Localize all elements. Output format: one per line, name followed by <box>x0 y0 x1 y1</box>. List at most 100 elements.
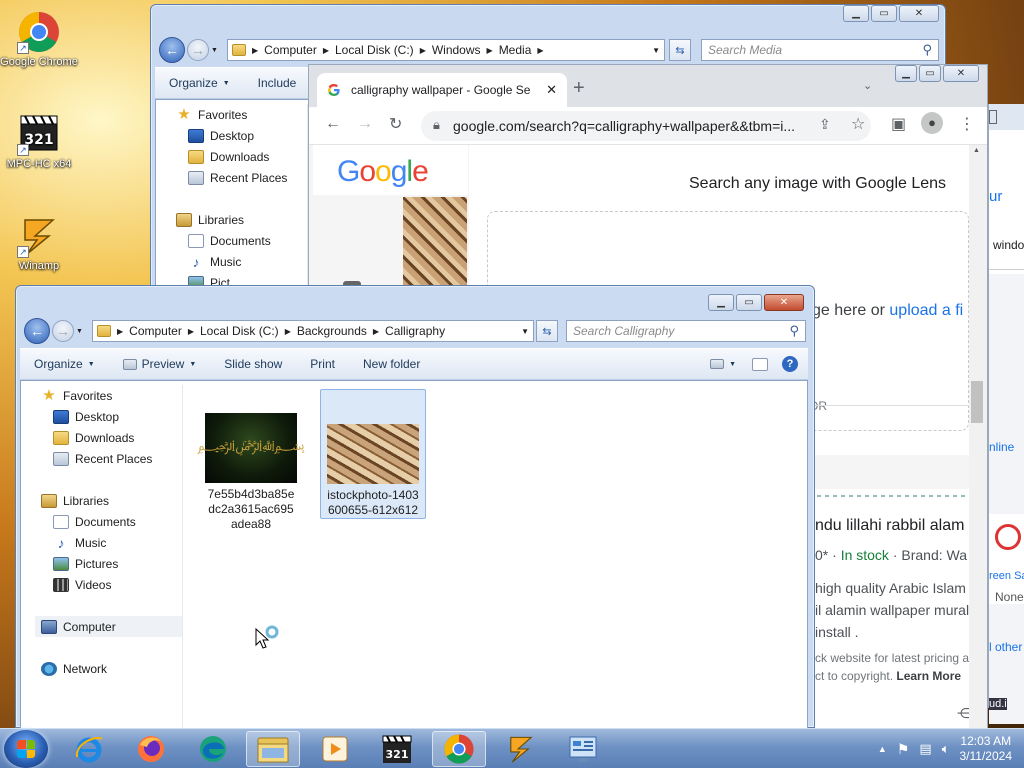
taskbar-winamp[interactable] <box>494 731 548 767</box>
refresh-button[interactable]: ⇆ <box>669 39 691 61</box>
menu-kebab-icon[interactable]: ⋮ <box>959 114 975 134</box>
nav-videos[interactable]: Videos <box>41 574 182 595</box>
file-item-selected[interactable]: istockphoto-1403600655-612x612 <box>320 389 426 519</box>
organize-button[interactable]: Organize ▼ <box>20 357 109 371</box>
taskbar-edge[interactable] <box>186 731 240 767</box>
close-button[interactable]: ✕ <box>899 5 939 22</box>
desktop-icon-mpc-hc[interactable]: 321 ↗ MPC-HC x64 <box>0 112 78 170</box>
nav-documents[interactable]: Documents <box>41 511 182 532</box>
address-dropdown[interactable]: ▼ <box>652 46 660 55</box>
close-button[interactable]: ✕ <box>943 65 979 82</box>
print-button[interactable]: Print <box>296 357 349 371</box>
system-clock[interactable]: 12:03 AM 3/11/2024 <box>960 734 1013 764</box>
reload-icon[interactable]: ↻ <box>389 114 402 134</box>
refresh-button[interactable]: ⇆ <box>536 320 558 342</box>
recent-pages-dropdown[interactable]: ▼ <box>76 328 83 335</box>
close-button[interactable]: ✕ <box>764 294 804 311</box>
back-arrow-icon[interactable]: ← <box>325 115 341 133</box>
breadcrumb-item[interactable]: Calligraphy <box>385 324 445 338</box>
breadcrumb-item[interactable]: Local Disk (C:) <box>200 324 279 338</box>
taskbar-media-player[interactable] <box>308 731 362 767</box>
forward-button[interactable]: → <box>187 39 209 61</box>
nav-documents[interactable]: Documents <box>176 230 307 251</box>
nav-desktop[interactable]: Desktop <box>176 125 307 146</box>
preview-button[interactable]: Preview ▼ <box>109 357 211 371</box>
change-view-button[interactable]: ▼ <box>704 359 742 369</box>
search-input[interactable]: Search Calligraphy ⚲ <box>566 320 806 342</box>
nav-recent-places[interactable]: Recent Places <box>41 448 182 469</box>
google-logo[interactable]: Google <box>337 155 429 189</box>
scrollbar-thumb[interactable] <box>971 381 983 423</box>
nav-libraries[interactable]: Libraries <box>41 490 182 511</box>
volume-muted-icon[interactable]: 🔈︎ <box>942 741 950 757</box>
browser-tab[interactable]: calligraphy wallpaper - Google Se ✕ <box>317 73 567 107</box>
page-scrollbar[interactable]: ▲ <box>969 145 987 733</box>
desktop-icon-winamp[interactable]: ↗ Winamp <box>0 214 78 272</box>
background-window-edge[interactable]: ur windo nline reen Sa None l other ud.i <box>988 104 1024 724</box>
tab-search-icon[interactable]: ⌄ <box>863 79 872 92</box>
breadcrumb-item[interactable]: Backgrounds <box>297 324 367 338</box>
network-status-icon[interactable]: ▤ <box>919 741 931 757</box>
taskbar-windows-explorer[interactable] <box>246 731 300 767</box>
nav-network[interactable]: Network <box>41 658 182 679</box>
taskbar-internet-explorer[interactable] <box>62 731 116 767</box>
scroll-up-arrow-icon[interactable]: ▲ <box>973 147 980 154</box>
minimize-button[interactable]: ▁ <box>895 65 917 82</box>
profile-avatar-icon[interactable]: ● <box>921 112 943 134</box>
breadcrumb-item[interactable]: Media <box>499 43 532 57</box>
bookmark-star-icon[interactable]: ☆ <box>851 114 865 134</box>
nav-favorites[interactable]: ★ Favorites <box>176 104 307 125</box>
side-panel-icon[interactable]: ▣ <box>891 114 906 134</box>
preview-pane-button[interactable] <box>742 357 778 371</box>
nav-desktop[interactable]: Desktop <box>41 406 182 427</box>
nav-music[interactable]: ♪ Music <box>41 532 182 553</box>
new-folder-button[interactable]: New folder <box>349 357 434 371</box>
minimize-button[interactable]: ▁ <box>843 5 869 22</box>
nav-favorites[interactable]: ★ Favorites <box>41 385 182 406</box>
taskbar-firefox[interactable] <box>124 731 178 767</box>
nav-pictures[interactable]: Pictures <box>41 553 182 574</box>
nav-downloads[interactable]: Downloads <box>176 146 307 167</box>
address-dropdown[interactable]: ▼ <box>521 327 529 336</box>
taskbar-mpc-hc[interactable]: 321 <box>370 731 424 767</box>
desktop-icon-chrome[interactable]: ↗ Google Chrome <box>0 10 78 68</box>
new-tab-icon[interactable]: + <box>573 77 585 100</box>
slideshow-button[interactable]: Slide show <box>210 357 296 371</box>
result-thumbnail-image[interactable] <box>403 197 467 287</box>
breadcrumb-item[interactable]: Computer <box>129 324 182 338</box>
start-button[interactable] <box>4 730 48 768</box>
result-title[interactable]: ndu lillahi rabbil alam <box>815 517 964 535</box>
show-hidden-icons-button[interactable]: ▲ <box>878 744 887 754</box>
taskbar-chrome[interactable] <box>432 731 486 767</box>
forward-arrow-icon[interactable]: → <box>357 115 373 133</box>
recent-pages-dropdown[interactable]: ▼ <box>211 47 218 54</box>
maximize-button[interactable]: ▭ <box>871 5 897 22</box>
nav-recent-places[interactable]: Recent Places <box>176 167 307 188</box>
include-in-library-button[interactable]: Include <box>244 76 311 90</box>
learn-more-link[interactable]: Learn More <box>896 669 961 683</box>
minimize-button[interactable]: ▁ <box>708 294 734 311</box>
share-icon[interactable]: ⇪ <box>819 116 831 133</box>
forward-button[interactable]: → <box>52 320 74 342</box>
help-button[interactable]: ? <box>778 356 808 372</box>
action-center-flag-icon[interactable]: ⚑ <box>897 741 910 758</box>
breadcrumb-item[interactable]: Computer <box>264 43 317 57</box>
breadcrumb-item[interactable]: Windows <box>432 43 481 57</box>
nav-computer[interactable]: Computer <box>35 616 182 637</box>
organize-button[interactable]: Organize ▼ <box>155 76 244 90</box>
nav-downloads[interactable]: Downloads <box>41 427 182 448</box>
nav-libraries[interactable]: Libraries <box>176 209 307 230</box>
close-tab-icon[interactable]: ✕ <box>546 82 557 98</box>
explorer-window-calligraphy[interactable]: ▁ ▭ ✕ ← → ▼ ▶ Computer ▶ Local Disk (C:)… <box>15 285 815 730</box>
taskbar-control-panel[interactable] <box>556 731 610 767</box>
breadcrumb-item[interactable]: Local Disk (C:) <box>335 43 414 57</box>
back-button[interactable]: ← <box>24 318 50 344</box>
maximize-button[interactable]: ▭ <box>919 65 941 82</box>
omnibox[interactable]: 🔒︎ google.com/search?q=calligraphy+wallp… <box>421 111 871 141</box>
back-button[interactable]: ← <box>159 37 185 63</box>
nav-music[interactable]: ♪ Music <box>176 251 307 272</box>
maximize-button[interactable]: ▭ <box>736 294 762 311</box>
file-item[interactable]: ﷽ 7e55b4d3ba85edc2a3615ac695adea88 <box>197 389 305 531</box>
address-bar[interactable]: ▶ Computer ▶ Local Disk (C:) ▶ Windows ▶… <box>227 39 665 61</box>
address-bar[interactable]: ▶ Computer ▶ Local Disk (C:) ▶ Backgroun… <box>92 320 534 342</box>
